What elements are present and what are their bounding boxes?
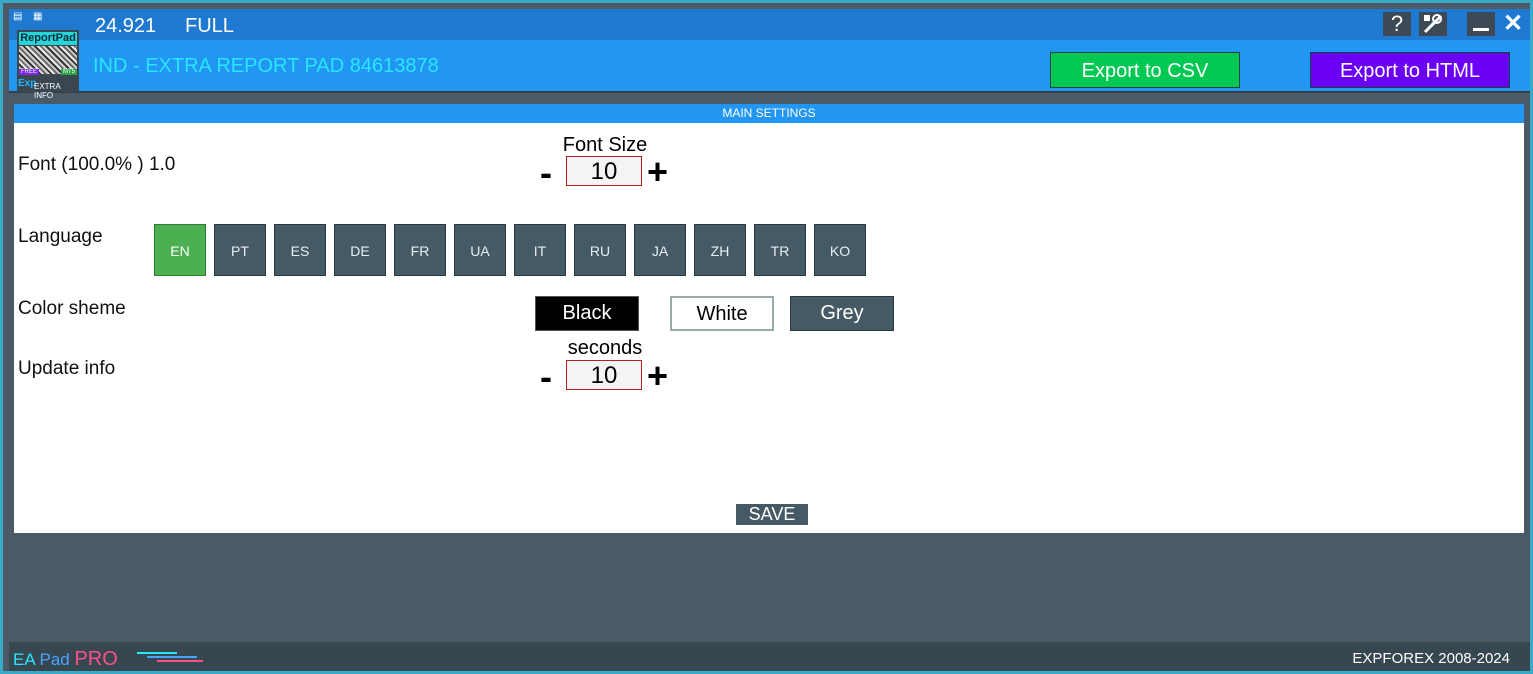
lang-button-pt[interactable]: PT bbox=[214, 224, 266, 276]
save-button[interactable]: SAVE bbox=[736, 504, 808, 525]
settings-panel: Font (100.0% ) 1.0 Font Size - 10 + Lang… bbox=[14, 123, 1524, 533]
brand-ea: EA bbox=[13, 650, 35, 669]
export-csv-button[interactable]: Export to CSV bbox=[1050, 52, 1240, 88]
footer-bar: EA Pad PRO EXPFOREX 2008-2024 bbox=[9, 642, 1530, 671]
minimize-icon bbox=[1473, 28, 1489, 31]
lang-button-fr[interactable]: FR bbox=[394, 224, 446, 276]
help-button[interactable]: ? bbox=[1383, 12, 1411, 36]
update-value[interactable]: 10 bbox=[566, 360, 642, 390]
version-label: 24.921 bbox=[95, 15, 157, 37]
app-logo: ReportPad FREE MT5 Exp EXTRA INFO bbox=[17, 30, 79, 100]
font-size-value[interactable]: 10 bbox=[566, 156, 642, 186]
table-icon[interactable]: ▤ bbox=[13, 12, 25, 22]
font-label: Font (100.0% ) 1.0 bbox=[18, 154, 176, 175]
lang-button-ru[interactable]: RU bbox=[574, 224, 626, 276]
tools-icon bbox=[1423, 14, 1443, 34]
mode-label: FULL bbox=[185, 15, 234, 37]
logo-free-badge: FREE bbox=[19, 69, 40, 75]
scheme-white-button[interactable]: White bbox=[670, 296, 774, 331]
lang-button-it[interactable]: IT bbox=[514, 224, 566, 276]
export-html-button[interactable]: Export to HTML bbox=[1310, 52, 1510, 88]
logo-title: ReportPad bbox=[19, 32, 77, 45]
lang-button-en[interactable]: EN bbox=[154, 224, 206, 276]
lang-button-tr[interactable]: TR bbox=[754, 224, 806, 276]
language-label: Language bbox=[18, 226, 103, 247]
section-title: MAIN SETTINGS bbox=[14, 104, 1524, 123]
update-decrease-button[interactable]: - bbox=[540, 359, 552, 395]
lang-button-ko[interactable]: KO bbox=[814, 224, 866, 276]
lang-button-es[interactable]: ES bbox=[274, 224, 326, 276]
update-info-label: Update info bbox=[18, 358, 116, 379]
title-bar bbox=[9, 9, 1530, 40]
scheme-black-button[interactable]: Black bbox=[535, 296, 639, 331]
copyright-label: EXPFOREX 2008-2024 bbox=[1352, 650, 1510, 667]
update-increase-button[interactable]: + bbox=[647, 358, 668, 394]
lang-button-ua[interactable]: UA bbox=[454, 224, 506, 276]
brand-pad: Pad bbox=[39, 650, 70, 669]
lang-button-ja[interactable]: JA bbox=[634, 224, 686, 276]
scheme-grey-button[interactable]: Grey bbox=[790, 296, 894, 331]
font-size-increase-button[interactable]: + bbox=[647, 154, 668, 190]
minimize-button[interactable] bbox=[1467, 12, 1495, 36]
tools-button[interactable] bbox=[1419, 12, 1447, 36]
logo-extra-text: EXTRA INFO bbox=[34, 82, 61, 100]
logo-mt5-badge: MT5 bbox=[61, 69, 77, 75]
app-window: ▤ ▦ 24.921 FULL ? ✕ ReportPad FREE MT5 E… bbox=[0, 0, 1533, 674]
app-title: IND - EXTRA REPORT PAD 84613878 bbox=[93, 55, 439, 77]
chart-icon[interactable]: ▦ bbox=[33, 12, 45, 22]
close-button[interactable]: ✕ bbox=[1499, 12, 1527, 36]
lang-button-de[interactable]: DE bbox=[334, 224, 386, 276]
lang-button-zh[interactable]: ZH bbox=[694, 224, 746, 276]
brand-lines-icon bbox=[137, 652, 203, 662]
color-scheme-label: Color sheme bbox=[18, 298, 126, 319]
footer-brand: EA Pad PRO bbox=[13, 648, 118, 671]
brand-pro: PRO bbox=[74, 648, 118, 670]
font-size-decrease-button[interactable]: - bbox=[540, 155, 552, 191]
